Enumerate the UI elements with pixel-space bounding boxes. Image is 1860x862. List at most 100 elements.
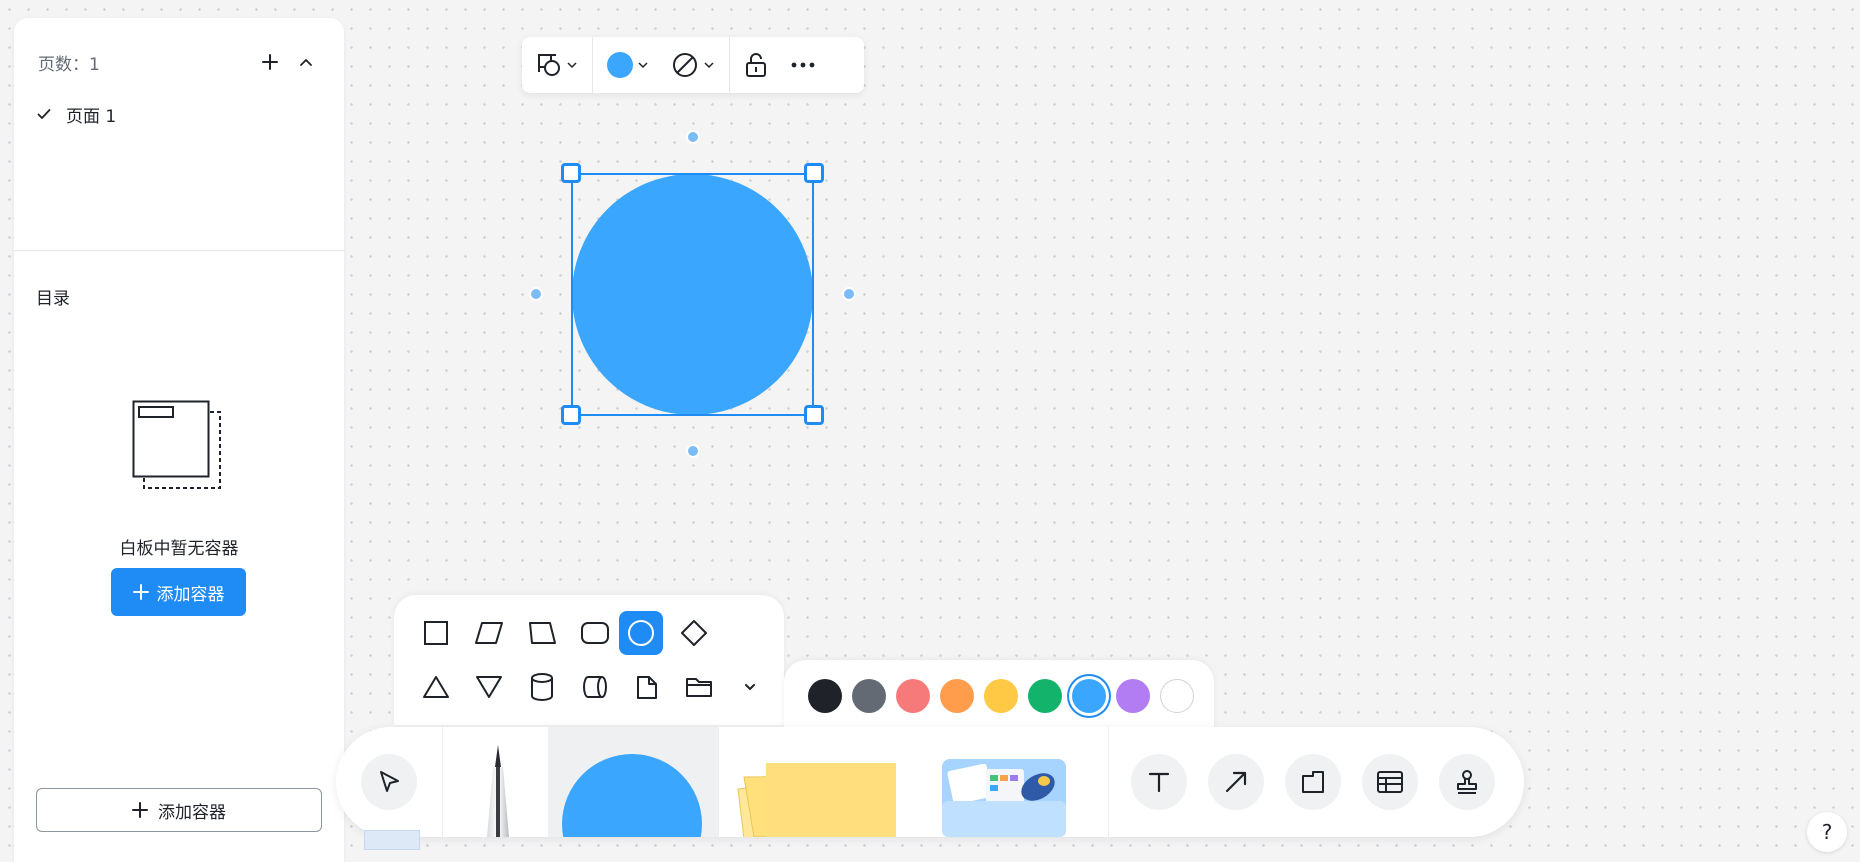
sticky-note-tool[interactable]: [734, 755, 902, 837]
sidebar-divider: [14, 250, 344, 251]
connector-anchor-left[interactable]: [529, 287, 543, 301]
page-label: 页面 1: [66, 106, 117, 127]
help-button[interactable]: ?: [1807, 812, 1847, 852]
collapse-pages-button[interactable]: [288, 44, 324, 80]
stamp-icon: [1457, 770, 1477, 794]
fill-color-dropdown[interactable]: [603, 45, 653, 85]
connector-anchor-bottom[interactable]: [686, 444, 700, 458]
document-icon: [637, 676, 657, 699]
toolbar-divider: [1108, 727, 1109, 837]
triangle-icon: [423, 676, 449, 698]
color-swatch-gray[interactable]: [852, 679, 886, 713]
shape-type-icon: [538, 54, 560, 76]
pages-header: 页数：1: [38, 44, 324, 80]
select-tool[interactable]: [361, 754, 417, 810]
shape-circle[interactable]: [619, 611, 663, 655]
shape-horizontal-cylinder[interactable]: [573, 665, 617, 709]
shape-rectangle[interactable]: [414, 611, 458, 655]
diamond-icon: [681, 620, 707, 646]
resize-handle-top-right[interactable]: [804, 163, 824, 183]
inverted-triangle-icon: [476, 676, 502, 698]
shape-parallelogram[interactable]: [467, 611, 511, 655]
circle-icon: [628, 620, 654, 646]
chevron-down-icon: [745, 684, 755, 691]
add-container-footer-label: 添加容器: [158, 802, 226, 823]
color-swatch-white[interactable]: [1160, 679, 1194, 713]
sidebar-panel: 页数：1 页面 1 目录 白板中暂无容器 添加容器 添加容器: [14, 18, 344, 862]
trapezoid-icon: [529, 622, 556, 644]
check-icon: [37, 109, 51, 119]
empty-container-illustration: [132, 400, 221, 489]
arrow-icon: [1225, 771, 1247, 793]
folder-icon: [686, 678, 712, 697]
add-page-button[interactable]: [252, 44, 288, 80]
chevron-down-icon: [567, 62, 577, 69]
stamp-tool[interactable]: [1439, 754, 1495, 810]
sticker-tool[interactable]: [940, 757, 1068, 837]
unlock-icon: [746, 53, 766, 77]
table-icon: [1377, 771, 1403, 793]
color-swatch-yellow[interactable]: [984, 679, 1018, 713]
more-shapes-button[interactable]: [728, 665, 772, 709]
add-container-footer-button[interactable]: 添加容器: [36, 788, 322, 832]
add-container-button[interactable]: 添加容器: [111, 568, 246, 616]
add-container-label: 添加容器: [156, 584, 225, 605]
shape-trapezoid[interactable]: [520, 611, 564, 655]
cylinder-icon: [531, 673, 553, 702]
more-horizontal-icon: [791, 62, 815, 68]
connector-anchor-right[interactable]: [842, 287, 856, 301]
rectangle-icon: [424, 621, 448, 645]
main-toolbar: [336, 727, 1524, 837]
rounded-rectangle-icon: [581, 622, 609, 644]
connector-anchor-top[interactable]: [686, 130, 700, 144]
shape-cylinder[interactable]: [520, 665, 564, 709]
cursor-icon: [380, 771, 399, 792]
shape-inverted-triangle[interactable]: [467, 665, 511, 709]
change-shape-dropdown[interactable]: [532, 45, 582, 85]
chevron-down-icon: [704, 62, 714, 69]
color-swatch-green[interactable]: [1028, 679, 1062, 713]
text-tool[interactable]: [1131, 754, 1187, 810]
frame-tool[interactable]: [1285, 754, 1341, 810]
shape-folder[interactable]: [677, 665, 721, 709]
table-tool[interactable]: [1362, 754, 1418, 810]
chevron-up-icon: [300, 59, 312, 66]
pages-count: 页数：1: [38, 54, 100, 75]
selection-box: [571, 173, 814, 416]
empty-state-text: 白板中暂无容器: [119, 539, 239, 559]
shape-triangle[interactable]: [414, 665, 458, 709]
no-border-icon: [673, 53, 697, 77]
shape-context-toolbar: [522, 37, 864, 93]
resize-handle-bottom-right[interactable]: [804, 405, 824, 425]
fill-color-swatch: [607, 52, 633, 78]
chevron-down-icon: [638, 62, 648, 69]
frame-icon: [1302, 771, 1324, 793]
more-options-button[interactable]: [786, 45, 820, 85]
resize-handle-top-left[interactable]: [561, 163, 581, 183]
page-list-item[interactable]: 页面 1: [36, 98, 116, 130]
arrow-tool[interactable]: [1208, 754, 1264, 810]
toolbar-divider: [718, 727, 719, 837]
plus-icon: [262, 54, 278, 70]
parallelogram-icon: [475, 622, 503, 644]
color-swatch-red[interactable]: [896, 679, 930, 713]
help-label: ?: [1821, 820, 1833, 844]
toolbar-divider: [442, 727, 443, 837]
resize-handle-bottom-left[interactable]: [561, 405, 581, 425]
color-swatch-orange[interactable]: [940, 679, 974, 713]
shape-picker-panel: [394, 595, 784, 725]
text-icon: [1148, 772, 1170, 793]
color-swatch-black[interactable]: [808, 679, 842, 713]
color-swatch-blue[interactable]: [1072, 679, 1106, 713]
color-swatch-purple[interactable]: [1116, 679, 1150, 713]
shape-diamond[interactable]: [672, 611, 716, 655]
pen-tool[interactable]: [476, 745, 520, 837]
plus-icon: [132, 584, 149, 600]
shape-document[interactable]: [625, 665, 669, 709]
color-palette-panel: [784, 660, 1214, 732]
lock-button[interactable]: [740, 45, 772, 85]
minimap-thumbnail[interactable]: [364, 830, 420, 850]
border-style-dropdown[interactable]: [667, 45, 719, 85]
shape-rounded-rectangle[interactable]: [573, 611, 617, 655]
horizontal-cylinder-icon: [582, 676, 607, 698]
